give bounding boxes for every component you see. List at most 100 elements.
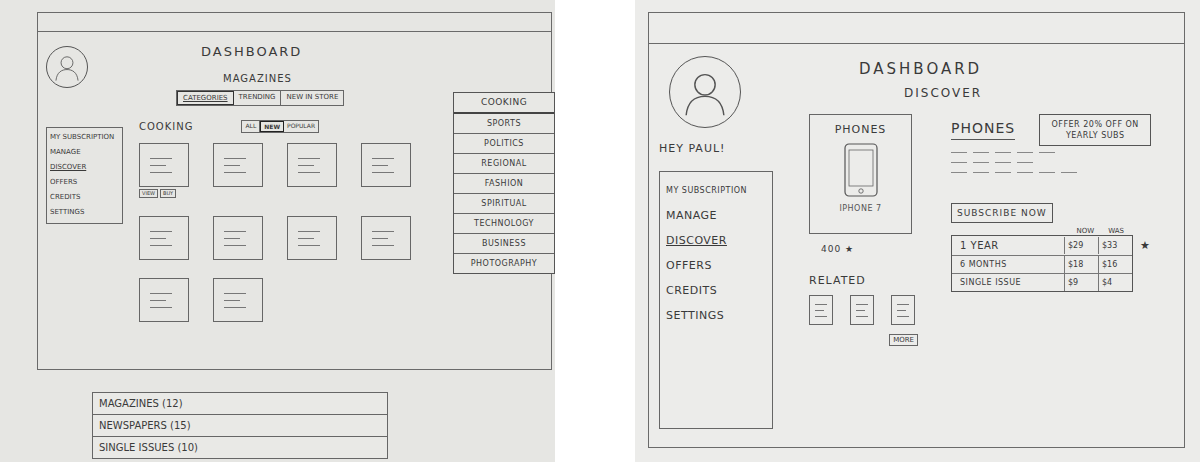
count-item[interactable]: NEWSPAPERS (15) [93, 415, 387, 437]
sidebar-item[interactable]: MANAGE [666, 209, 766, 222]
sidebar-item[interactable]: MY SUBSCRIPTION [666, 184, 766, 197]
browser-frame: HEY PAUL!MY SUBSCRIPTIONMANAGEDISCOVEROF… [648, 12, 1185, 448]
plan-name: SINGLE ISSUE [952, 274, 1064, 291]
card-action-button[interactable]: VIEW [139, 189, 158, 198]
related-card[interactable] [809, 295, 833, 325]
placeholder-row [951, 172, 1156, 173]
avatar[interactable] [669, 56, 741, 128]
product-column: PHONESIPHONE 7400 ★RELATEDMORE [809, 114, 914, 346]
sidebar-item[interactable]: SETTINGS [666, 309, 766, 322]
avatar[interactable] [46, 46, 88, 88]
placeholder-line [298, 158, 320, 159]
magazine-cover [287, 143, 337, 187]
dropdown-item[interactable]: PHOTOGRAPHY [454, 254, 554, 273]
offer-banner[interactable]: OFFER 20% OFF ON YEARLY SUBS [1039, 114, 1151, 146]
placeholder-dash [995, 162, 1011, 163]
placeholder-line [815, 316, 827, 317]
dropdown-item[interactable]: SPORTS [454, 114, 554, 134]
dropdown-item[interactable]: SPIRITUAL [454, 194, 554, 214]
magazine-cover [213, 278, 263, 322]
magazine-card[interactable]: VIEWBUY [139, 143, 189, 198]
product-card[interactable]: PHONESIPHONE 7 [809, 114, 912, 234]
gap [555, 0, 635, 462]
dropdown-item[interactable]: BUSINESS [454, 234, 554, 254]
dropdown-item[interactable]: POLITICS [454, 134, 554, 154]
details-heading: PHONES [951, 120, 1015, 140]
placeholder-line [150, 158, 172, 159]
placeholder-line [815, 310, 824, 311]
tab[interactable]: TRENDING [234, 91, 282, 105]
sidebar-item[interactable]: DISCOVER [50, 163, 119, 172]
dropdown-item[interactable]: TECHNOLOGY [454, 214, 554, 234]
related-card[interactable] [850, 295, 874, 325]
page-subtitle: DISCOVER [904, 86, 1184, 100]
placeholder-dash [973, 152, 989, 153]
filter-button[interactable]: POPULAR [284, 121, 318, 132]
plan-row[interactable]: SINGLE ISSUE$9$4 [952, 274, 1132, 291]
placeholder-line [372, 165, 388, 166]
sidebar-item[interactable]: OFFERS [666, 259, 766, 272]
magazine-card[interactable] [213, 278, 263, 322]
page-title: DASHBOARD [201, 44, 551, 59]
card-action-button[interactable]: BUY [160, 189, 176, 198]
placeholder-dash [1039, 172, 1055, 173]
magazine-card[interactable] [361, 216, 411, 260]
dropdown-item[interactable]: COOKING [454, 93, 554, 114]
magazine-card[interactable] [139, 278, 189, 322]
magazine-cover [213, 143, 263, 187]
filter-bar: ALLNEWPOPULAR [241, 120, 319, 133]
sidebar-item[interactable]: SETTINGS [50, 208, 119, 217]
count-item[interactable]: MAGAZINES (12) [93, 393, 387, 415]
filter-button[interactable]: ALL [242, 121, 260, 132]
sidebar-item[interactable]: DISCOVER [666, 234, 766, 247]
plan-name: 6 MONTHS [952, 256, 1064, 273]
placeholder-dash [995, 172, 1011, 173]
plans-table: 1 YEAR$29$33★6 MONTHS$18$16SINGLE ISSUE$… [951, 235, 1133, 292]
description-placeholder [951, 152, 1156, 173]
placeholder-line [150, 172, 172, 173]
dropdown-item[interactable]: FASHION [454, 174, 554, 194]
sidebar-item[interactable]: OFFERS [50, 178, 119, 187]
subscribe-button[interactable]: SUBSCRIBE NOW [951, 203, 1053, 223]
tab[interactable]: NEW IN STORE [281, 91, 343, 105]
placeholder-row [951, 152, 1156, 153]
sidebar-item[interactable]: MY SUBSCRIPTION [50, 133, 119, 142]
placeholder-line [150, 238, 166, 239]
user-icon [676, 63, 734, 121]
count-item[interactable]: SINGLE ISSUES (10) [93, 437, 387, 458]
placeholder-dash [973, 172, 989, 173]
magazine-cover [139, 278, 189, 322]
related-card[interactable] [891, 295, 915, 325]
filter-button[interactable]: NEW [260, 121, 284, 132]
sidebar-item[interactable]: CREDITS [666, 284, 766, 297]
placeholder-dash [1061, 172, 1077, 173]
magazine-card[interactable] [213, 143, 263, 187]
plan-row[interactable]: 1 YEAR$29$33★ [952, 236, 1132, 256]
placeholder-line [224, 165, 240, 166]
magazine-card[interactable] [139, 216, 189, 260]
placeholder-dash [973, 162, 989, 163]
dropdown-item[interactable]: REGIONAL [454, 154, 554, 174]
paper-sheet: MY SUBSCRIPTION MANAGE DISCOVER OFFERS CREDI… [0, 0, 555, 462]
placeholder-line [298, 172, 320, 173]
magazine-card[interactable] [287, 216, 337, 260]
plan-row[interactable]: 6 MONTHS$18$16 [952, 256, 1132, 274]
placeholder-line [150, 165, 166, 166]
magazine-cover [361, 143, 411, 187]
placeholder-line [224, 158, 246, 159]
section-title: COOKING [139, 121, 193, 132]
plans-header: NOWWAS [951, 227, 1156, 235]
product-category: PHONES [835, 123, 887, 136]
placeholder-line [298, 238, 314, 239]
magazine-card[interactable] [361, 143, 411, 187]
column-header: WAS [1108, 227, 1124, 235]
magazine-card[interactable] [287, 143, 337, 187]
more-button[interactable]: MORE [889, 334, 918, 346]
magazine-card[interactable] [213, 216, 263, 260]
tab[interactable]: CATEGORIES [177, 91, 234, 105]
sidebar: MY SUBSCRIPTION MANAGE DISCOVER OFFERS CREDI… [46, 127, 123, 224]
placeholder-line [150, 231, 172, 232]
sidebar-item[interactable]: MANAGE [50, 148, 119, 157]
sidebar-item[interactable]: CREDITS [50, 193, 119, 202]
placeholder-line [372, 172, 394, 173]
